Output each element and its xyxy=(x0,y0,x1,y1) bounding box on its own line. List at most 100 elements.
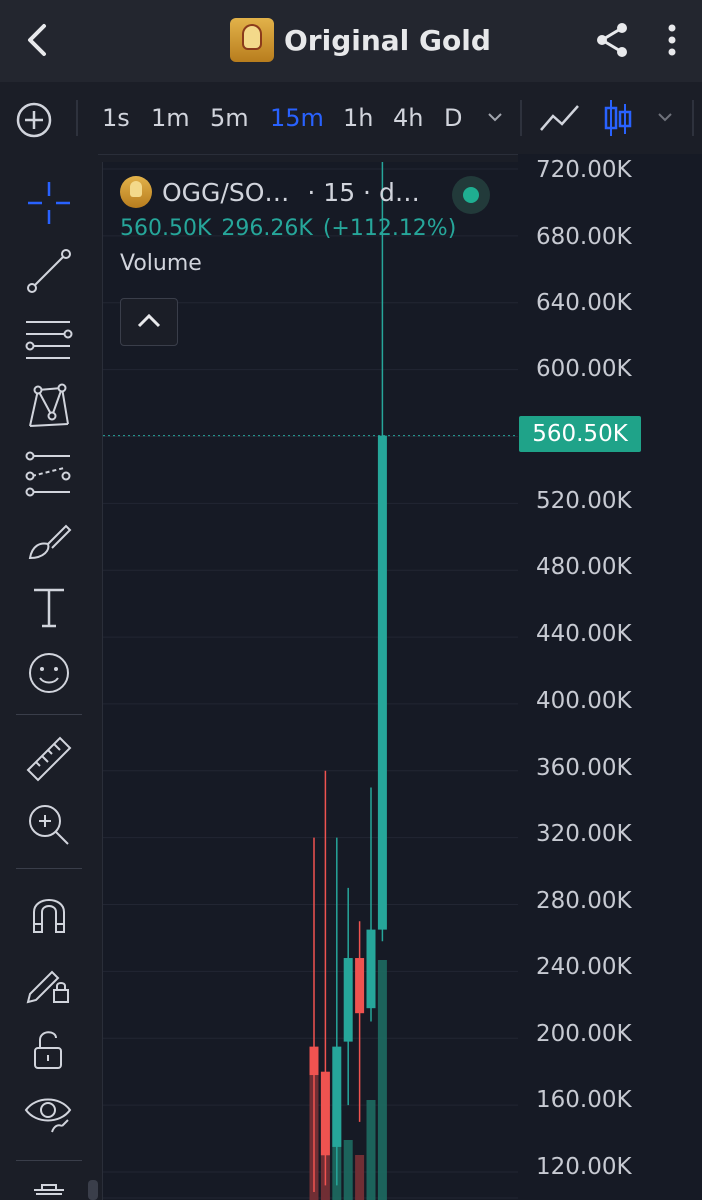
symbol-meta: · 15 · d… xyxy=(307,177,420,207)
candle-body xyxy=(320,1071,330,1156)
price-tick: 640.00K xyxy=(536,290,632,316)
live-status-indicator xyxy=(452,176,490,214)
more-menu-button[interactable] xyxy=(660,20,684,60)
price-tick: 320.00K xyxy=(536,821,632,847)
candle-body xyxy=(309,1046,319,1076)
chevron-down-icon xyxy=(488,113,502,122)
timeframe-d[interactable]: D xyxy=(444,104,462,132)
page-title: Original Gold xyxy=(284,23,491,57)
measure-tool[interactable] xyxy=(22,732,76,786)
tools-divider xyxy=(16,868,82,869)
timeframe-1h[interactable]: 1h xyxy=(343,104,373,132)
trend-line-icon xyxy=(27,249,71,293)
symbol-name[interactable]: OGG/SO… xyxy=(162,178,289,207)
top-bar: Original Gold xyxy=(0,0,702,82)
line-chart-button[interactable] xyxy=(538,100,582,136)
legend-change: 296.26K xyxy=(221,216,313,241)
price-tick: 160.00K xyxy=(536,1087,632,1113)
volume-bar xyxy=(366,1100,376,1200)
chevron-up-icon xyxy=(137,313,161,328)
legend-values: 560.50K 296.26K (+112.12%) xyxy=(120,216,500,241)
price-tick: 400.00K xyxy=(536,688,632,714)
price-axis[interactable]: 720.00K 680.00K 640.00K 600.00K 520.00K … xyxy=(518,154,702,1200)
volume-bar xyxy=(355,1155,365,1200)
zoom-tool[interactable] xyxy=(22,798,76,852)
candle-body xyxy=(332,1046,342,1147)
ruler-icon xyxy=(26,736,72,782)
delete-tool[interactable] xyxy=(22,1180,76,1200)
chart-legend: OGG/SO… · 15 · d… 560.50K 296.26K (+112.12… xyxy=(120,176,500,276)
tools-scrollbar[interactable] xyxy=(88,1180,98,1200)
price-tick: 360.00K xyxy=(536,755,632,781)
price-tick: 280.00K xyxy=(536,888,632,914)
price-tick: 600.00K xyxy=(536,356,632,382)
price-tick: 440.00K xyxy=(536,621,632,647)
timeframe-5m[interactable]: 5m xyxy=(210,104,249,132)
volume-bar xyxy=(343,1140,353,1200)
price-tick: 200.00K xyxy=(536,1021,632,1047)
plus-circle-icon xyxy=(16,102,52,138)
magnet-tool[interactable] xyxy=(22,888,76,942)
toolbar-divider xyxy=(520,100,522,136)
chevron-down-icon xyxy=(658,113,672,122)
price-tick: 240.00K xyxy=(536,954,632,980)
price-tick: 520.00K xyxy=(536,488,632,514)
unlock-tool[interactable] xyxy=(22,1022,76,1076)
more-vertical-icon xyxy=(668,24,676,56)
brush-tool[interactable] xyxy=(22,514,76,568)
share-icon xyxy=(597,23,627,57)
horizontal-lines-tool[interactable] xyxy=(22,312,76,366)
candlestick-button[interactable] xyxy=(602,96,634,140)
pencil-lock-icon xyxy=(26,970,69,1004)
forecast-icon xyxy=(25,451,71,497)
tools-divider xyxy=(16,1160,82,1161)
chevron-left-icon xyxy=(28,24,46,56)
collapse-legend-button[interactable] xyxy=(120,298,178,346)
chart-toolbar: 1s 1m 5m 15m 1h 4h D xyxy=(0,82,702,155)
text-tool[interactable] xyxy=(22,580,76,634)
volume-bar xyxy=(377,960,387,1200)
brush-icon xyxy=(28,524,72,560)
chart-type-dropdown[interactable] xyxy=(654,106,676,128)
timeframe-dropdown[interactable] xyxy=(484,106,506,128)
toolbar-divider xyxy=(692,100,694,136)
share-button[interactable] xyxy=(592,20,632,60)
symbol-avatar xyxy=(120,176,152,208)
lock-drawings-tool[interactable] xyxy=(22,956,76,1010)
legend-change-pct: (+112.12%) xyxy=(322,216,457,241)
token-avatar xyxy=(230,18,274,62)
token-header: Original Gold xyxy=(230,16,491,64)
line-chart-icon xyxy=(540,105,579,131)
candle-body xyxy=(366,929,376,1009)
zoom-in-icon xyxy=(29,805,69,845)
timeframe-1m[interactable]: 1m xyxy=(151,104,190,132)
eye-icon xyxy=(24,1098,72,1133)
forecast-tool[interactable] xyxy=(22,446,76,500)
smiley-icon xyxy=(29,653,69,693)
volume-study-label[interactable]: Volume xyxy=(120,251,500,276)
price-tick: 480.00K xyxy=(536,554,632,580)
trend-line-tool[interactable] xyxy=(22,244,76,298)
timeframe-4h[interactable]: 4h xyxy=(393,104,423,132)
price-tick: 120.00K xyxy=(536,1154,632,1180)
horizontal-lines-icon xyxy=(25,321,73,359)
emoji-tool[interactable] xyxy=(22,646,76,700)
pattern-tool[interactable] xyxy=(22,380,76,434)
drawing-tools-panel xyxy=(0,154,98,1200)
timeframe-15m[interactable]: 15m xyxy=(270,104,324,132)
visibility-tool[interactable] xyxy=(22,1088,76,1142)
timeframe-1s[interactable]: 1s xyxy=(102,104,130,132)
candle-body xyxy=(377,435,387,930)
back-button[interactable] xyxy=(18,20,58,60)
candle-body xyxy=(355,958,365,1014)
pattern-icon xyxy=(29,383,69,427)
add-indicator-button[interactable] xyxy=(14,100,54,140)
price-tick: 720.00K xyxy=(536,157,632,183)
crosshair-tool[interactable] xyxy=(22,176,76,230)
trash-icon xyxy=(34,1184,64,1195)
candle-body xyxy=(343,958,353,1042)
magnet-icon xyxy=(33,899,65,933)
price-tick: 680.00K xyxy=(536,224,632,250)
text-icon xyxy=(34,588,64,628)
unlock-icon xyxy=(34,1031,62,1069)
